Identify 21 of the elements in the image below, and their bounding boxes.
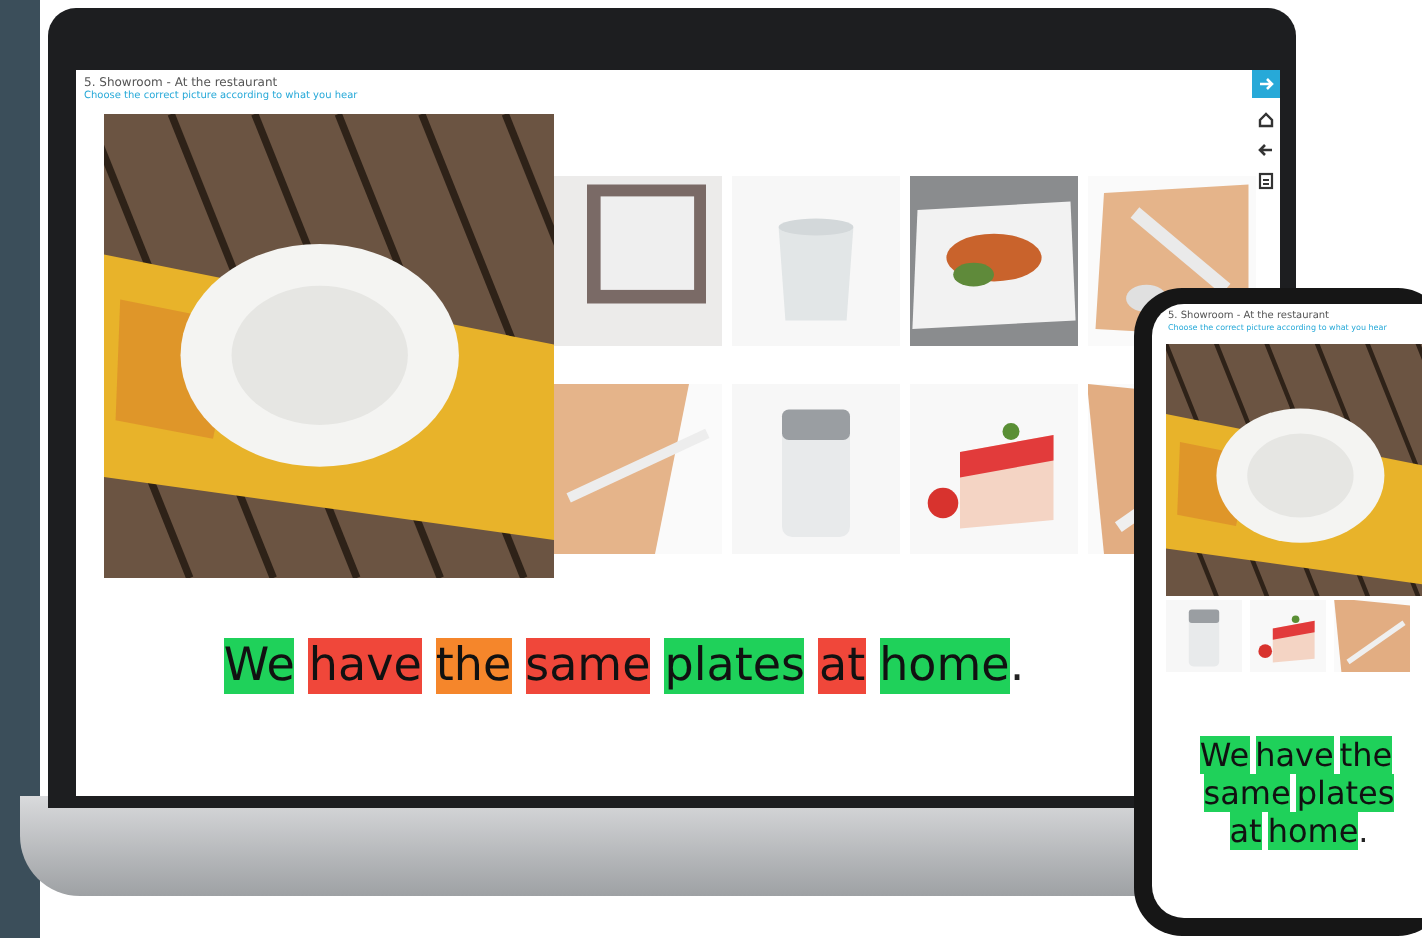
- word-chip: the: [1339, 736, 1393, 774]
- next-button[interactable]: [1252, 70, 1280, 98]
- word-chip: plates: [1296, 774, 1395, 812]
- word-chip: home: [879, 638, 1010, 694]
- word-chip: at: [1229, 812, 1262, 850]
- word-chip: have: [308, 638, 422, 694]
- word-chip: plates: [664, 638, 805, 694]
- word-chip: at: [818, 638, 866, 694]
- arrow-right-icon: [1258, 76, 1274, 92]
- word-chip: We: [1199, 736, 1250, 774]
- document-icon[interactable]: [1258, 172, 1274, 190]
- word-chip: the: [435, 638, 512, 694]
- word-chip: same: [525, 638, 651, 694]
- period-text: .: [1009, 638, 1025, 694]
- word-chip: home: [1267, 812, 1359, 850]
- back-arrow-icon[interactable]: [1258, 142, 1274, 158]
- word-chip: We: [223, 638, 295, 694]
- home-icon[interactable]: [1258, 112, 1274, 128]
- period-text: .: [1358, 812, 1369, 850]
- word-chip: have: [1255, 736, 1334, 774]
- word-chip: same: [1203, 774, 1291, 812]
